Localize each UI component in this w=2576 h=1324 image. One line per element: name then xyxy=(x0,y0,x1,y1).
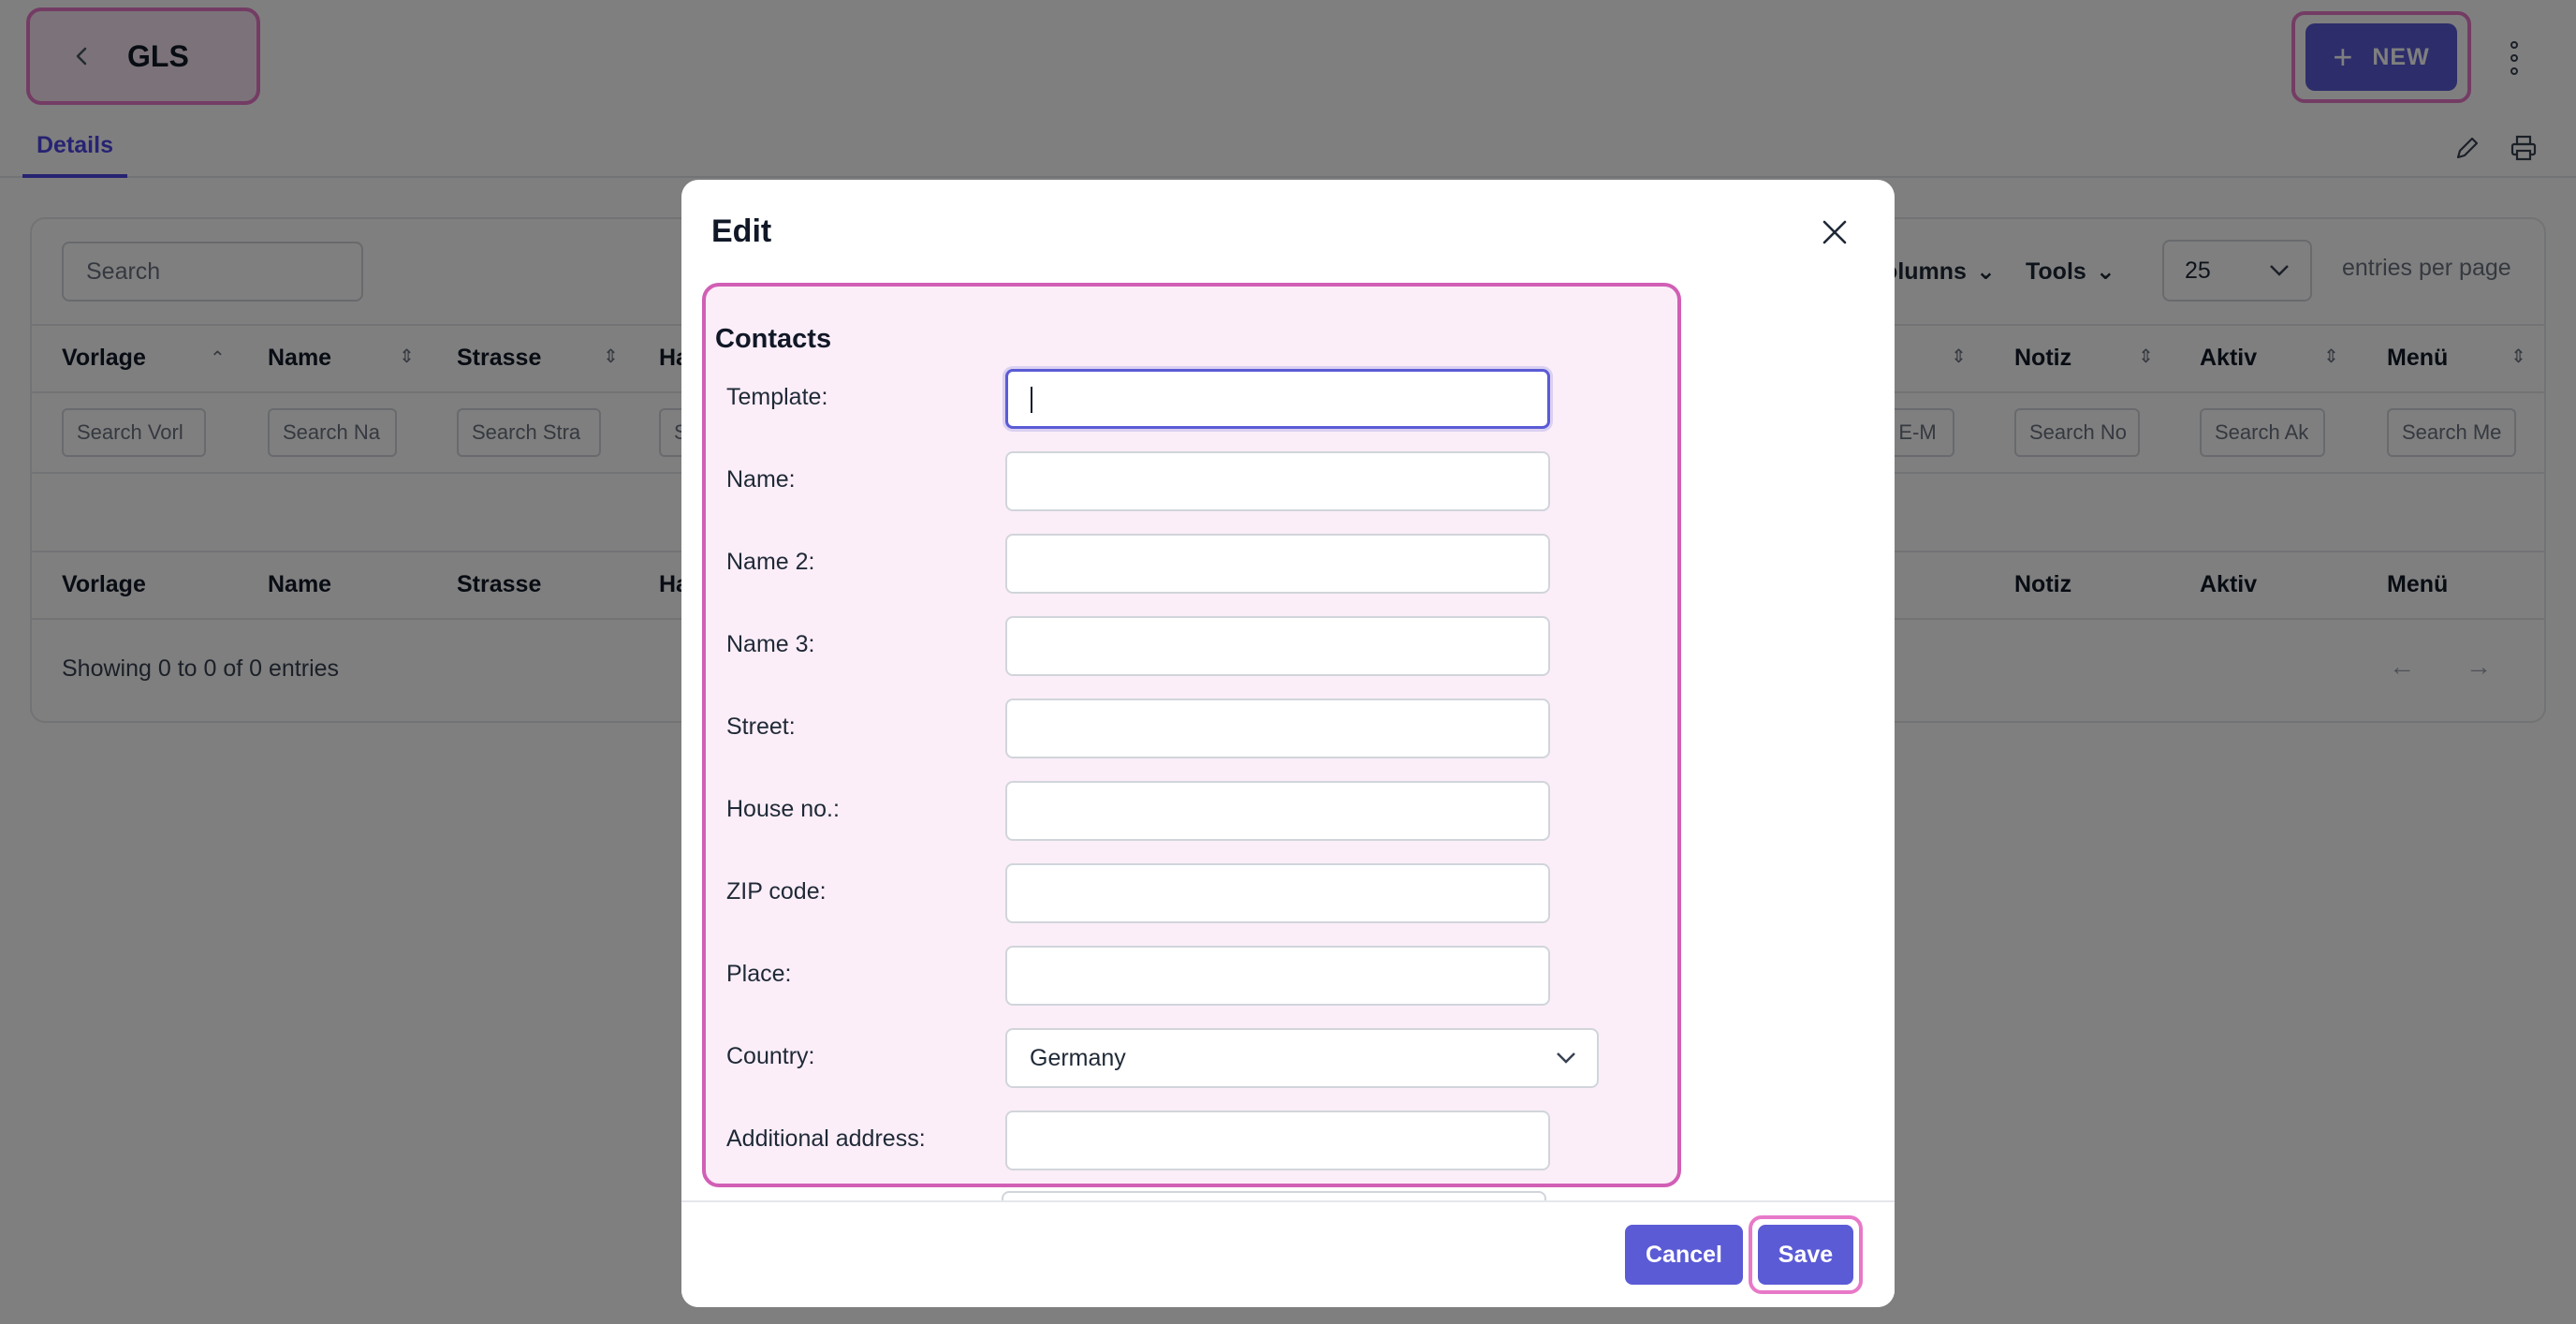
country-value: Germany xyxy=(1030,1044,1126,1071)
template-input[interactable] xyxy=(1005,369,1550,429)
place-label: Place: xyxy=(726,961,792,987)
street-label: Street: xyxy=(726,713,796,740)
save-button-highlight: Save xyxy=(1749,1215,1863,1294)
country-select[interactable]: Germany xyxy=(1005,1028,1599,1088)
place-input[interactable] xyxy=(1005,946,1550,1006)
dialog-footer: Cancel Save xyxy=(681,1200,1895,1307)
section-title: Contacts xyxy=(715,324,832,354)
dialog-title: Edit xyxy=(711,213,772,249)
next-field-input[interactable] xyxy=(1002,1191,1546,1200)
additional-address-input[interactable] xyxy=(1005,1111,1550,1170)
zip-code-label: ZIP code: xyxy=(726,878,827,905)
name-label: Name: xyxy=(726,466,796,493)
house-no-label: House no.: xyxy=(726,796,840,822)
save-button[interactable]: Save xyxy=(1758,1225,1853,1285)
country-label: Country: xyxy=(726,1043,815,1069)
cancel-button[interactable]: Cancel xyxy=(1625,1225,1743,1285)
additional-address-label: Additional address: xyxy=(726,1125,926,1152)
name-3-input[interactable] xyxy=(1005,616,1550,676)
name-2-label: Name 2: xyxy=(726,549,815,575)
text-cursor xyxy=(1031,387,1032,413)
name-2-input[interactable] xyxy=(1005,534,1550,594)
close-icon[interactable] xyxy=(1816,213,1853,251)
edit-dialog: Edit Contacts Template: Name: Name 2: Na… xyxy=(681,180,1895,1307)
dialog-body[interactable]: Contacts Template: Name: Name 2: Name 3:… xyxy=(681,283,1895,1200)
zip-code-input[interactable] xyxy=(1005,863,1550,923)
template-label: Template: xyxy=(726,384,828,410)
house-no-input[interactable] xyxy=(1005,781,1550,841)
name-input[interactable] xyxy=(1005,451,1550,511)
street-input[interactable] xyxy=(1005,699,1550,758)
chevron-down-icon xyxy=(1557,1052,1575,1064)
contacts-section: Contacts Template: Name: Name 2: Name 3:… xyxy=(702,283,1681,1187)
name-3-label: Name 3: xyxy=(726,631,815,657)
